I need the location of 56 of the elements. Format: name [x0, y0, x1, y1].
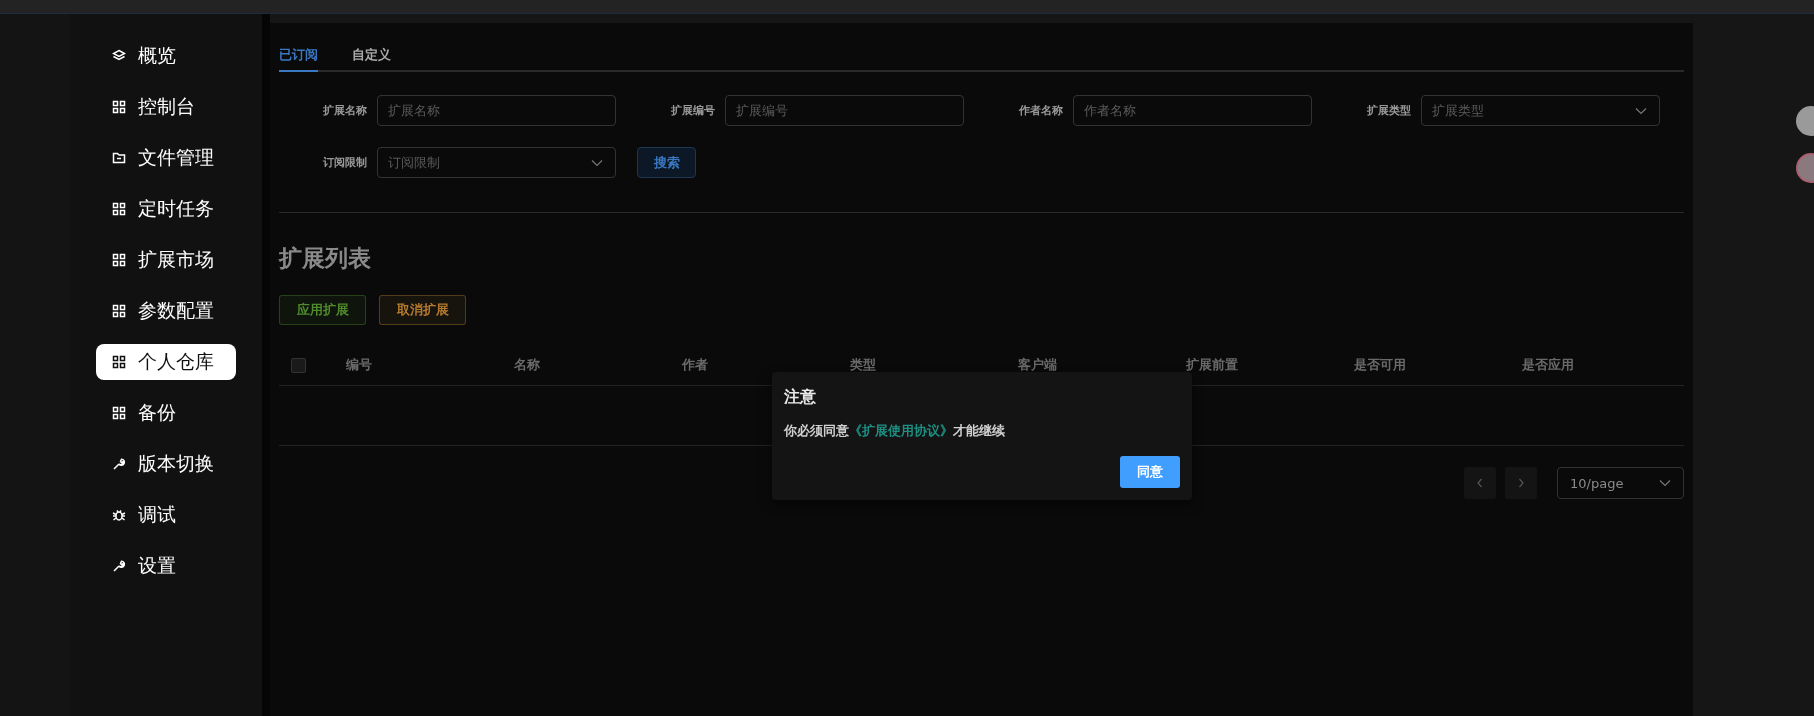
- bug-icon: [112, 508, 126, 522]
- field-label: 扩展名称: [322, 103, 367, 118]
- tab[interactable]: 已订阅: [279, 33, 318, 72]
- grid-icon: [112, 355, 126, 369]
- grid-icon: [112, 253, 126, 267]
- prev-page-button[interactable]: [1464, 467, 1496, 499]
- sidebar-item[interactable]: 扩展市场: [96, 242, 236, 278]
- sidebar-item[interactable]: 设置: [96, 548, 236, 584]
- next-page-button[interactable]: [1505, 467, 1537, 499]
- field-label: 订阅限制: [322, 155, 367, 170]
- wrench-icon: [112, 559, 126, 573]
- dialog-title: 注意: [784, 386, 817, 408]
- sidebar-item[interactable]: 定时任务: [96, 191, 236, 227]
- column-header: 是否应用: [1522, 356, 1575, 374]
- action-button[interactable]: 取消扩展: [379, 295, 466, 325]
- grid-icon: [112, 100, 126, 114]
- field-label: 扩展类型: [1366, 103, 1411, 118]
- sidebar-item[interactable]: 版本切换: [96, 446, 236, 482]
- sidebar-item[interactable]: 备份: [96, 395, 236, 431]
- column-header: 是否可用: [1354, 356, 1407, 374]
- chevron-left-icon: [1476, 478, 1484, 488]
- page-size-select[interactable]: 10/page: [1557, 467, 1684, 499]
- grid-icon: [112, 304, 126, 318]
- wrench-icon: [112, 457, 126, 471]
- column-header: 作者: [682, 356, 709, 374]
- chevron-down-icon: [1659, 479, 1671, 487]
- tab[interactable]: 自定义: [352, 33, 391, 70]
- field-label: 扩展编号: [670, 103, 715, 118]
- column-header: 扩展前置: [1186, 356, 1239, 374]
- grid-icon: [112, 202, 126, 216]
- sidebar-item[interactable]: 调试: [96, 497, 236, 533]
- input-field[interactable]: 扩展编号: [725, 95, 964, 126]
- checkbox[interactable]: [291, 357, 306, 373]
- column-header: 类型: [850, 356, 877, 374]
- input-field[interactable]: 作者名称: [1073, 95, 1312, 126]
- sidebar-item[interactable]: 参数配置: [96, 293, 236, 329]
- section-title: 扩展列表: [279, 244, 372, 273]
- folder-icon: [112, 151, 126, 165]
- dialog-message: 你必须同意《扩展使用协议》才能继续: [784, 422, 1006, 440]
- agreement-link[interactable]: 《扩展使用协议》: [849, 423, 953, 438]
- sidebar-item[interactable]: 文件管理: [96, 140, 236, 176]
- column-header: 客户端: [1018, 356, 1058, 374]
- chevron-down-icon: [591, 158, 603, 167]
- sidebar-item[interactable]: 个人仓库: [96, 344, 236, 380]
- column-header: 编号: [346, 356, 373, 374]
- search-button[interactable]: 搜索: [637, 147, 696, 178]
- action-button[interactable]: 应用扩展: [279, 295, 366, 325]
- column-header: 名称: [514, 356, 541, 374]
- grid-icon: [112, 406, 126, 420]
- field-label: 作者名称: [1018, 103, 1063, 118]
- chevron-right-icon: [1517, 478, 1525, 488]
- sidebar-item[interactable]: 控制台: [96, 89, 236, 125]
- chevron-down-icon: [1635, 106, 1647, 115]
- layers-icon: [112, 49, 126, 63]
- input-field[interactable]: 扩展名称: [377, 95, 616, 126]
- sidebar-item[interactable]: 概览: [96, 38, 236, 74]
